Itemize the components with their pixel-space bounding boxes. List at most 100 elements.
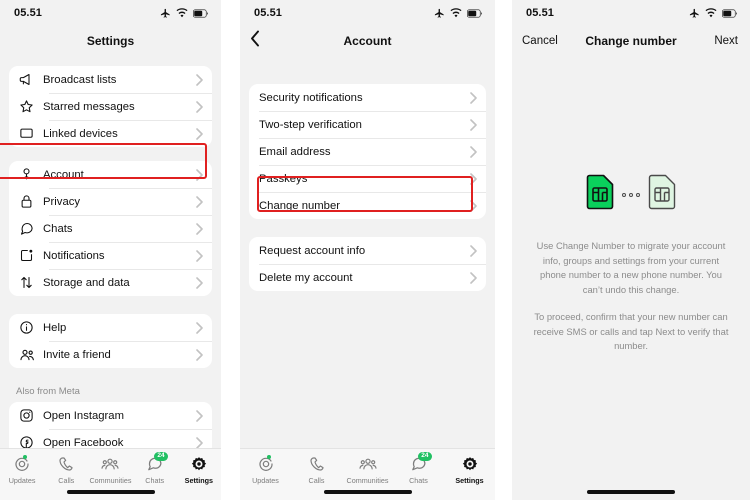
wifi-icon: [705, 7, 717, 19]
sidebar-item-privacy[interactable]: Privacy: [9, 188, 212, 215]
tab-updates[interactable]: Updates: [0, 454, 44, 485]
airplane-mode-icon: [434, 8, 445, 19]
status-clock: 05.51: [254, 7, 283, 19]
bottom-tab-bar: Updates Calls Communities 24 Chats Setti…: [240, 448, 495, 500]
cancel-button[interactable]: Cancel: [522, 35, 558, 47]
change-number-navbar: Cancel Change number Next: [512, 26, 750, 56]
airplane-mode-icon: [160, 8, 171, 19]
tab-communities[interactable]: Communities: [88, 454, 132, 485]
page-title: Settings: [86, 34, 135, 48]
next-button[interactable]: Next: [714, 35, 738, 47]
tab-label: Chats: [409, 476, 428, 485]
account-screen: 05.51 Account Security notifications Two…: [240, 0, 495, 500]
section-title-also-from-meta: Also from Meta: [16, 386, 80, 397]
tab-label: Updates: [252, 476, 279, 485]
battery-icon: [193, 9, 209, 18]
tab-label: Settings: [455, 476, 484, 485]
sidebar-item-invite-a-friend[interactable]: Invite a friend: [9, 341, 212, 368]
status-icon-group: [160, 7, 209, 19]
sidebar-item-label: Invite a friend: [43, 348, 111, 361]
account-navbar: Account: [240, 26, 495, 56]
updates-icon: [14, 454, 30, 474]
sidebar-item-open-instagram[interactable]: Open Instagram: [9, 402, 212, 429]
bottom-tab-bar: Updates Calls Communities 24 Chats Setti…: [0, 448, 221, 500]
chevron-right-icon: [469, 118, 477, 131]
account-item-two-step-verification[interactable]: Two-step verification: [249, 111, 486, 138]
tab-label: Communities: [89, 476, 132, 485]
account-item-label: Request account info: [259, 244, 366, 257]
notifications-icon: [19, 248, 43, 263]
tab-calls[interactable]: Calls: [295, 454, 339, 485]
chevron-right-icon: [195, 195, 203, 208]
chevron-right-icon: [195, 249, 203, 262]
sidebar-item-account[interactable]: Account: [9, 161, 212, 188]
account-item-label: Email address: [259, 145, 331, 158]
phone-icon: [58, 454, 74, 474]
panel-gap-2: [495, 0, 512, 500]
chevron-right-icon: [195, 127, 203, 140]
account-item-email-address[interactable]: Email address: [249, 138, 486, 165]
tab-label: Communities: [346, 476, 389, 485]
sim-migration-illustration: [585, 174, 677, 215]
people-icon: [19, 347, 43, 363]
tab-calls[interactable]: Calls: [44, 454, 88, 485]
account-item-request-account-info[interactable]: Request account info: [249, 237, 486, 264]
account-item-passkeys[interactable]: Passkeys: [249, 165, 486, 192]
chats-icon: 24: [410, 452, 432, 474]
tab-label: Calls: [308, 476, 325, 485]
status-bar: 05.51: [0, 0, 221, 26]
change-number-screen: 05.51 Cancel Change number Next Use Chan…: [512, 0, 750, 500]
updates-dot-badge: [266, 455, 271, 459]
lock-icon: [19, 194, 43, 209]
sidebar-item-notifications[interactable]: Notifications: [9, 242, 212, 269]
tab-chats[interactable]: 24 Chats: [133, 452, 177, 485]
sim-card-outline-icon: [647, 174, 677, 215]
change-number-body: Use Change Number to migrate your accoun…: [512, 56, 750, 354]
tab-label: Updates: [8, 476, 36, 485]
chevron-right-icon: [195, 168, 203, 181]
tab-label: Calls: [58, 476, 75, 485]
home-indicator: [587, 490, 675, 494]
description-paragraph-2: To proceed, confirm that your new number…: [533, 311, 729, 352]
sidebar-item-starred-messages[interactable]: Starred messages: [9, 93, 212, 120]
sidebar-item-label: Starred messages: [43, 100, 135, 113]
account-item-delete-my-account[interactable]: Delete my account: [249, 264, 486, 291]
settings-group-1: Broadcast lists Starred messages Linked: [9, 66, 212, 147]
tab-label: Settings: [184, 476, 214, 485]
chevron-right-icon: [195, 100, 203, 113]
tab-settings[interactable]: Settings: [448, 454, 492, 485]
account-item-change-number[interactable]: Change number: [249, 192, 486, 219]
gear-icon: [462, 454, 478, 474]
sidebar-item-help[interactable]: Help: [9, 314, 212, 341]
chevron-right-icon: [195, 436, 203, 449]
status-clock: 05.51: [14, 7, 43, 19]
chevron-right-icon: [195, 222, 203, 235]
tab-updates[interactable]: Updates: [244, 454, 288, 485]
chat-bubble-icon: [19, 221, 43, 236]
instagram-icon: [19, 408, 43, 423]
chevron-right-icon: [195, 73, 203, 86]
sidebar-item-storage-and-data[interactable]: Storage and data: [9, 269, 212, 296]
tab-communities[interactable]: Communities: [346, 454, 390, 485]
sidebar-item-broadcast-lists[interactable]: Broadcast lists: [9, 66, 212, 93]
account-group-2: Request account info Delete my account: [249, 237, 486, 291]
arrows-updown-icon: [19, 275, 43, 290]
tab-chats[interactable]: 24 Chats: [397, 452, 441, 485]
sidebar-item-label: Help: [43, 321, 67, 334]
chevron-right-icon: [469, 172, 477, 185]
account-item-security-notifications[interactable]: Security notifications: [249, 84, 486, 111]
sidebar-item-label: Linked devices: [43, 127, 118, 140]
sidebar-item-chats[interactable]: Chats: [9, 215, 212, 242]
battery-icon: [722, 9, 738, 18]
panel-gap-1: [221, 0, 240, 500]
chevron-right-icon: [469, 244, 477, 257]
account-group-1: Security notifications Two-step verifica…: [249, 84, 486, 219]
sidebar-item-linked-devices[interactable]: Linked devices: [9, 120, 212, 147]
phone-icon: [309, 454, 325, 474]
screenshot-stage: 05.51 Settings Broadcast lists Starred m…: [0, 0, 750, 500]
wifi-icon: [450, 7, 462, 19]
chevron-right-icon: [195, 321, 203, 334]
tab-settings[interactable]: Settings: [177, 454, 221, 485]
status-icon-group: [689, 7, 738, 19]
back-button[interactable]: [250, 30, 260, 52]
